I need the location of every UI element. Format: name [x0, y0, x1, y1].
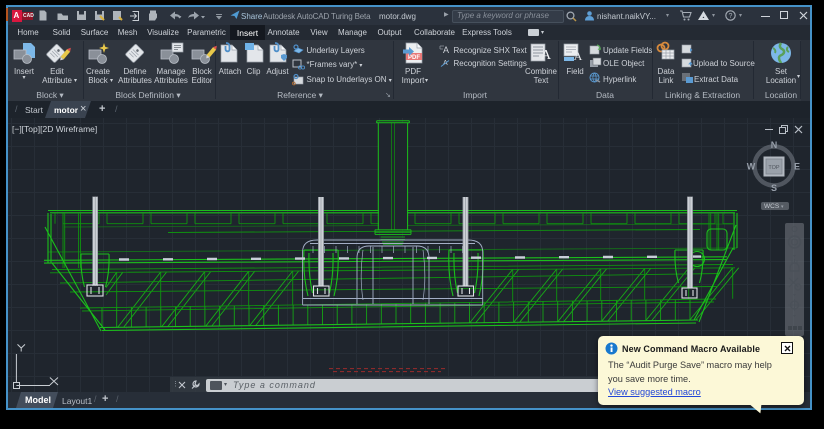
svg-text:TOP: TOP [768, 165, 780, 171]
svg-text:W: W [747, 162, 756, 172]
svg-text:S: S [771, 183, 777, 193]
svg-text:A: A [574, 49, 583, 63]
svg-text:E: E [794, 162, 800, 172]
svg-text:?: ? [729, 13, 733, 20]
svg-text:PDF: PDF [408, 55, 420, 61]
svg-text:N: N [771, 140, 778, 150]
svg-text:A: A [541, 48, 552, 63]
svg-text:A: A [443, 45, 449, 55]
